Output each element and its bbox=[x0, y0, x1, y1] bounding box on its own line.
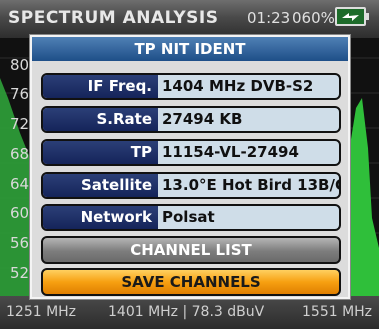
start-frequency: 1251 MHz bbox=[6, 304, 77, 320]
y-axis-label: 64 bbox=[10, 175, 30, 193]
y-axis-label: 56 bbox=[10, 234, 30, 252]
info-value: 11154-VL-27494 bbox=[162, 143, 299, 161]
y-axis-label: 68 bbox=[10, 145, 30, 163]
info-label: Network bbox=[43, 206, 158, 229]
info-value: 13.0°E Hot Bird 13B/C bbox=[162, 176, 341, 194]
center-info: 1401 MHz | 78.3 dBuV bbox=[108, 304, 265, 320]
info-value: 27494 KB bbox=[162, 110, 243, 128]
y-axis-label: 80 bbox=[10, 56, 30, 74]
status-bar: SPECTRUM ANALYSIS 01:23 060% bbox=[0, 0, 379, 38]
info-row-transponder: TP 11154-VL-27494 bbox=[41, 139, 341, 166]
y-axis-label: 76 bbox=[10, 85, 30, 103]
info-label: S.Rate bbox=[43, 108, 158, 131]
info-value: 1404 MHz DVB-S2 bbox=[162, 77, 314, 95]
y-axis-label: 72 bbox=[10, 115, 30, 133]
y-axis-label: 60 bbox=[10, 204, 30, 222]
dialog-title: TP NIT IDENT bbox=[32, 37, 348, 61]
info-value: Polsat bbox=[162, 208, 215, 226]
frequency-bar: 1251 MHz 1401 MHz | 78.3 dBuV 1551 MHz bbox=[0, 296, 379, 329]
battery-percent: 060% bbox=[292, 9, 335, 27]
info-label: TP bbox=[43, 141, 158, 164]
tp-nit-ident-dialog: TP NIT IDENT IF Freq. 1404 MHz DVB-S2 S.… bbox=[30, 35, 350, 299]
end-frequency: 1551 MHz bbox=[302, 304, 373, 320]
info-row-satellite: Satellite 13.0°E Hot Bird 13B/C bbox=[41, 172, 341, 199]
info-row-symbol-rate: S.Rate 27494 KB bbox=[41, 106, 341, 133]
app-title: SPECTRUM ANALYSIS bbox=[8, 8, 219, 28]
info-row-if-freq: IF Freq. 1404 MHz DVB-S2 bbox=[41, 73, 341, 100]
info-label: IF Freq. bbox=[43, 75, 158, 98]
battery-charging-icon bbox=[335, 7, 369, 26]
info-row-network: Network Polsat bbox=[41, 204, 341, 231]
clock: 01:23 bbox=[247, 9, 291, 27]
channel-list-button[interactable]: CHANNEL LIST bbox=[41, 236, 341, 264]
info-label: Satellite bbox=[43, 174, 158, 197]
save-channels-button[interactable]: SAVE CHANNELS bbox=[41, 268, 341, 296]
y-axis-label: 52 bbox=[10, 264, 30, 282]
